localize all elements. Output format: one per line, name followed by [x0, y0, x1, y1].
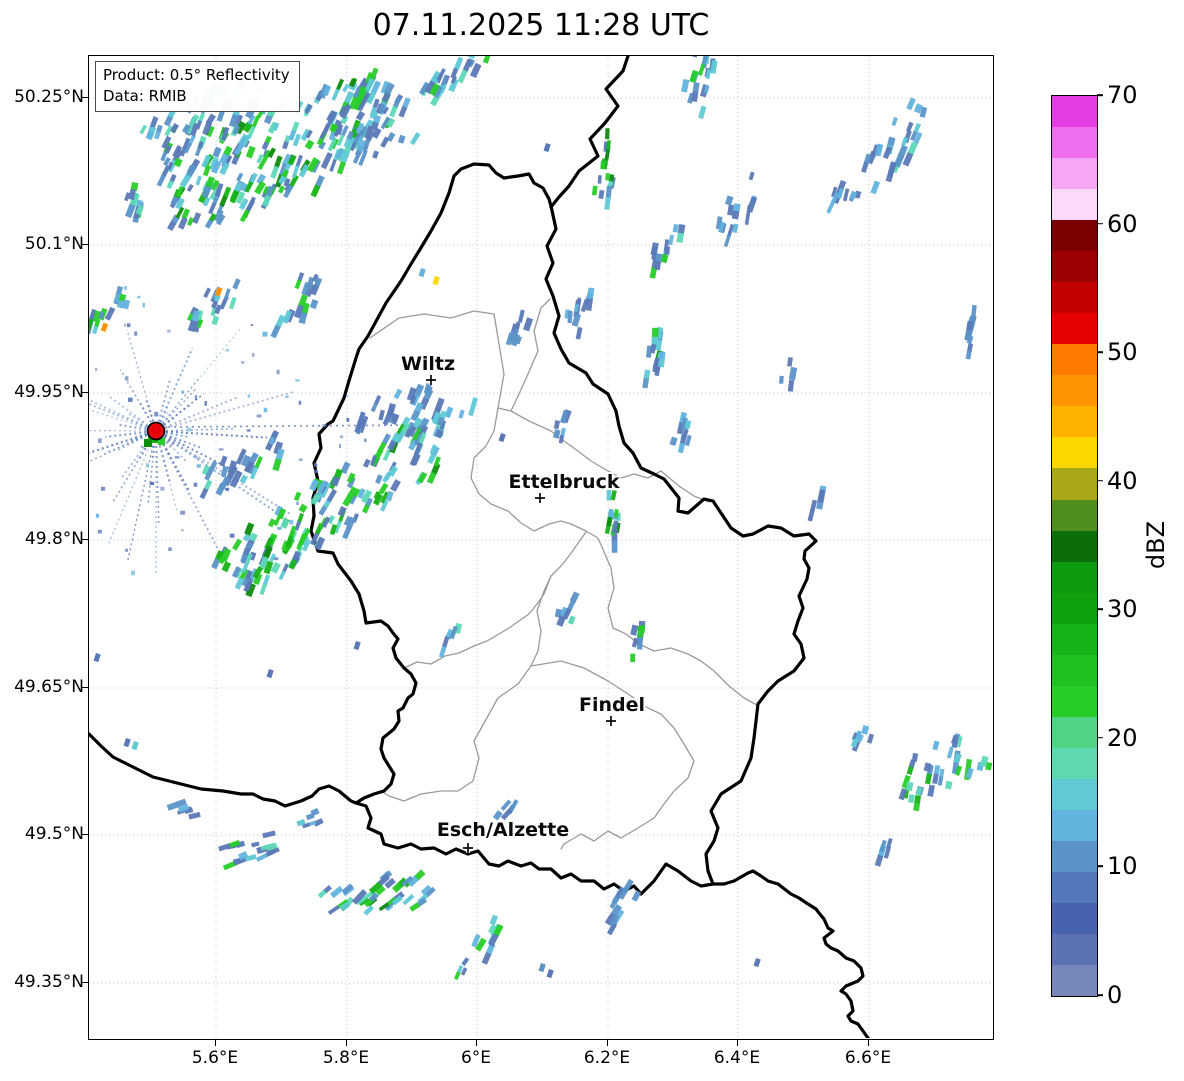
colorbar-segment: [1052, 189, 1097, 221]
lat-tick-label: 49.35°N: [14, 972, 84, 992]
colorbar-tick-mark: [1097, 351, 1103, 353]
lat-tick-label: 50.1°N: [24, 234, 84, 254]
lon-tick-label: 6.4°E: [713, 1048, 761, 1068]
lon-tick-label: 5.8°E: [322, 1048, 370, 1068]
colorbar-segment: [1052, 592, 1097, 624]
colorbar-segment: [1052, 840, 1097, 872]
city-label-wiltz: Wiltz: [400, 353, 456, 375]
colorbar-segment: [1052, 623, 1097, 655]
lon-tick-label: 6°E: [460, 1048, 492, 1068]
colorbar-segment: [1052, 251, 1097, 283]
lon-tick-mark: [476, 1040, 478, 1046]
colorbar-segment: [1052, 437, 1097, 469]
colorbar-segment: [1052, 933, 1097, 965]
radar-figure: 07.11.2025 11:28 UTC Product: 0.5° Refle…: [0, 0, 1184, 1081]
colorbar-tick-mark: [1097, 994, 1103, 996]
lat-tick-label: 49.95°N: [14, 382, 84, 402]
colorbar-segment: [1052, 747, 1097, 779]
colorbar: [1051, 95, 1098, 997]
product-info-line2: Data: RMIB: [103, 86, 187, 105]
colorbar-tick-mark: [1097, 479, 1103, 482]
colorbar-tick-mark: [1097, 608, 1103, 611]
colorbar-segment: [1052, 964, 1097, 996]
radar-site-dot: [146, 421, 166, 441]
colorbar-segment: [1052, 220, 1097, 252]
lat-tick-mark: [82, 392, 88, 394]
lat-tick-label: 49.5°N: [24, 824, 84, 844]
lon-tick-mark: [868, 1040, 870, 1046]
colorbar-segment: [1052, 344, 1097, 376]
product-info-line1: Product: 0.5° Reflectivity: [103, 66, 290, 84]
colorbar-segment: [1052, 313, 1097, 345]
lon-tick-label: 6.6°E: [844, 1048, 892, 1068]
city-label-findel: Findel: [578, 694, 646, 716]
colorbar-tick-label: 0: [1107, 981, 1123, 1009]
lat-tick-label: 49.65°N: [14, 677, 84, 697]
colorbar-unit-label: dBZ: [1142, 520, 1171, 570]
lat-tick-label: 50.25°N: [14, 87, 84, 107]
figure-title: 07.11.2025 11:28 UTC: [372, 8, 710, 43]
lat-tick-label: 49.8°N: [24, 529, 84, 549]
lon-tick-mark: [737, 1040, 739, 1046]
colorbar-segment: [1052, 716, 1097, 748]
colorbar-segment: [1052, 158, 1097, 190]
lon-tick-label: 6.2°E: [583, 1048, 631, 1068]
lat-tick-mark: [82, 982, 88, 984]
colorbar-tick-label: 70: [1107, 81, 1138, 109]
colorbar-segment: [1052, 685, 1097, 717]
colorbar-tick-mark: [1097, 865, 1103, 868]
colorbar-segment: [1052, 561, 1097, 593]
map-layers: [89, 56, 992, 1038]
lon-tick-mark: [215, 1040, 217, 1046]
colorbar-tick-mark: [1097, 737, 1103, 739]
colorbar-tick-label: 20: [1107, 723, 1138, 752]
colorbar-tick-label: 60: [1107, 209, 1138, 238]
lat-tick-mark: [82, 539, 88, 541]
lat-tick-mark: [82, 687, 88, 689]
colorbar-segment: [1052, 468, 1097, 500]
colorbar-segment: [1052, 809, 1097, 841]
colorbar-tick-label: 30: [1107, 595, 1138, 624]
map-canvas: Product: 0.5° Reflectivity Data: RMIB Wi…: [88, 55, 994, 1040]
lat-tick-mark: [82, 97, 88, 99]
colorbar-segment: [1052, 654, 1097, 686]
city-marker-ettelbruck: [535, 493, 545, 503]
lon-tick-label: 5.6°E: [191, 1048, 239, 1068]
colorbar-segment: [1052, 871, 1097, 903]
colorbar-segment: [1052, 406, 1097, 438]
colorbar-segment: [1052, 282, 1097, 314]
lat-tick-mark: [82, 834, 88, 836]
colorbar-segment: [1052, 127, 1097, 159]
colorbar-segment: [1052, 499, 1097, 531]
colorbar-tick-mark: [1097, 222, 1103, 225]
lon-tick-mark: [346, 1040, 348, 1046]
product-info-box: Product: 0.5° Reflectivity Data: RMIB: [95, 61, 300, 113]
colorbar-segment: [1052, 778, 1097, 810]
colorbar-tick-mark: [1097, 94, 1103, 96]
colorbar-segment: [1052, 375, 1097, 407]
colorbar-segment: [1052, 902, 1097, 934]
colorbar-segment: [1052, 96, 1097, 128]
lat-tick-mark: [82, 244, 88, 246]
colorbar-tick-label: 50: [1107, 338, 1138, 367]
city-label-esch-alzette: Esch/Alzette: [436, 819, 570, 841]
lon-tick-mark: [607, 1040, 609, 1046]
colorbar-tick-label: 10: [1107, 852, 1138, 881]
colorbar-tick-label: 40: [1107, 466, 1138, 495]
colorbar-segment: [1052, 530, 1097, 562]
city-label-ettelbruck: Ettelbruck: [508, 471, 620, 493]
